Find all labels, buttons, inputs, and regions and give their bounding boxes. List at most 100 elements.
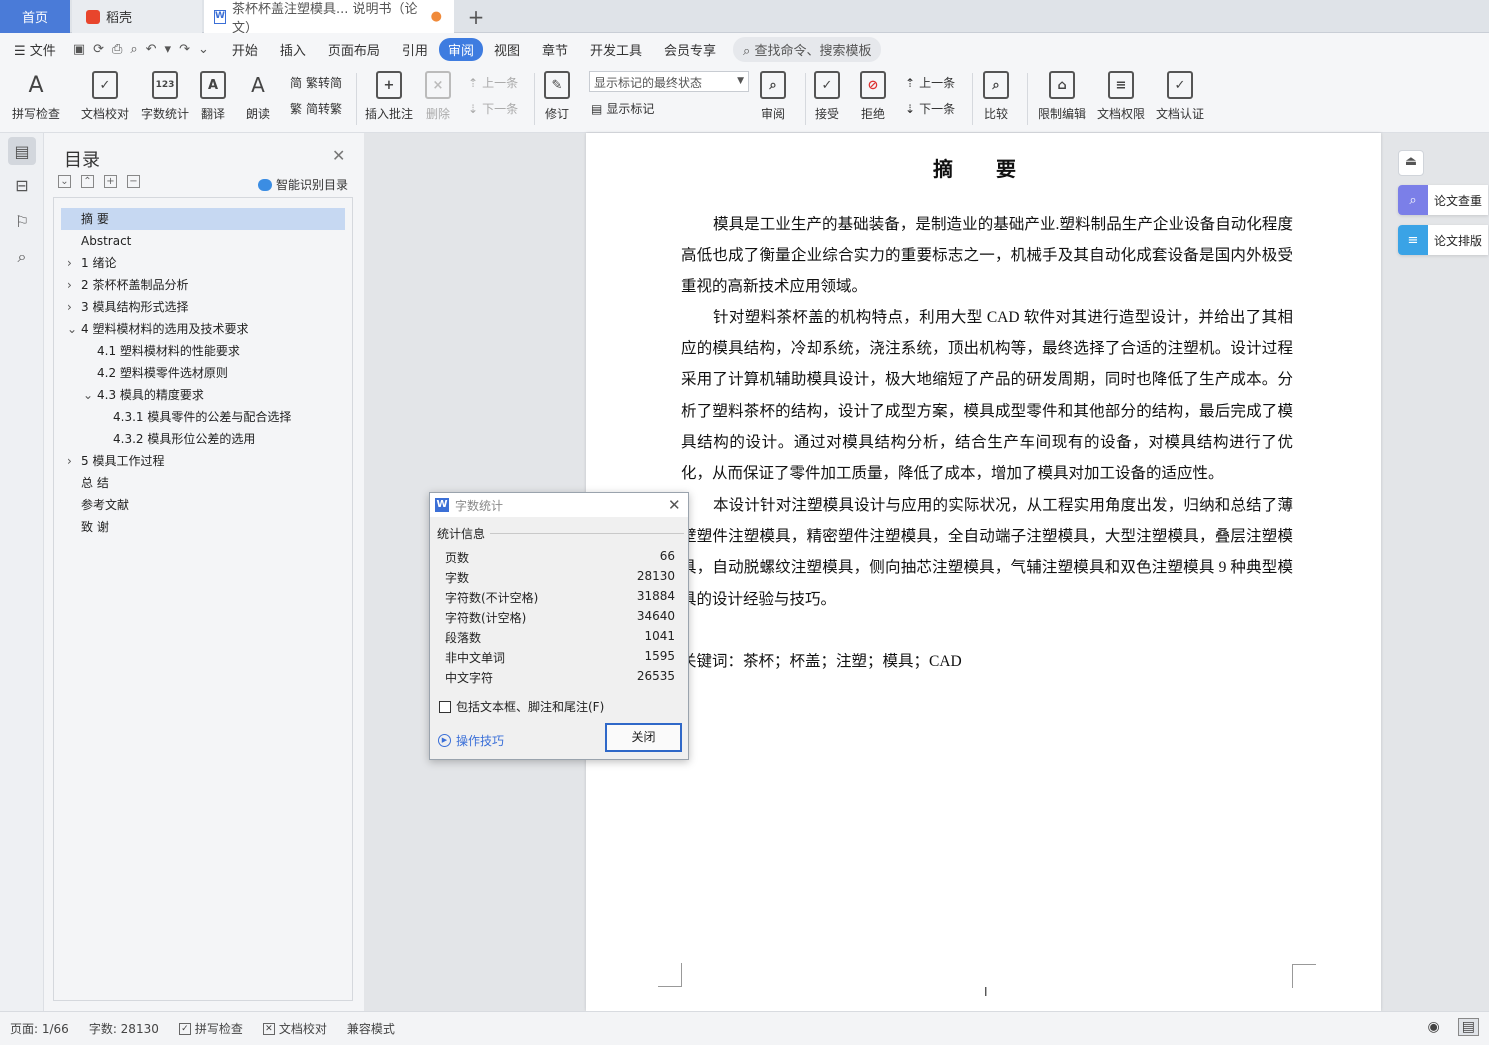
abstract-paragraph-2[interactable]: 针对塑料茶杯盖的机构特点，利用大型 CAD 软件对其进行造型设计，并给出了其相应… <box>681 302 1293 489</box>
stat-row: 段落数 1041 <box>445 629 675 646</box>
x-box-icon: ✕ <box>262 1022 275 1035</box>
close-icon[interactable]: ✕ <box>332 146 345 165</box>
tips-link[interactable]: ▶ 操作技巧 <box>438 732 504 749</box>
toc-item[interactable]: › 3 模具结构形式选择 <box>67 296 188 318</box>
stat-value: 1595 <box>644 649 675 663</box>
toc-panel-icon[interactable]: ▤ <box>8 137 36 165</box>
toc-item[interactable]: Abstract <box>81 230 131 252</box>
add-level-icon[interactable]: + <box>104 175 117 188</box>
thesis-layout-button[interactable]: ≡ 论文排版 <box>1398 225 1488 255</box>
page-indicator[interactable]: 页面: 1/66 <box>0 1020 79 1037</box>
toc-item[interactable]: 致 谢 <box>81 516 109 538</box>
toc-item[interactable]: › 5 模具工作过程 <box>67 450 164 472</box>
menu-review[interactable]: 审阅 <box>438 37 483 61</box>
doc-cert-button[interactable]: ✓ 文档认证 <box>1156 71 1204 122</box>
prev-change-icon: ⇡ <box>905 75 916 90</box>
quick-access-icons[interactable]: ▣⟳⎙⌕↶▾↷⌄ <box>73 42 217 57</box>
prev-change-button[interactable]: ⇡ 上一条 <box>905 74 955 91</box>
toc-item[interactable]: ⌄ 4.3 模具的精度要求 <box>83 384 204 406</box>
expand-icon[interactable]: ⌃ <box>81 175 94 188</box>
insert-comment-button[interactable]: + 插入批注 <box>365 71 413 122</box>
chapter-nav-icon[interactable]: ⊟ <box>8 171 36 199</box>
review-pane-button[interactable]: ⌕ 审阅 <box>760 71 786 122</box>
stat-label: 中文字符 <box>445 671 494 685</box>
status-right-tools: ◉ ▤ <box>1428 1018 1479 1036</box>
markup-mode-select[interactable]: 显示标记的最终状态 ▼ <box>589 71 749 92</box>
spell-check-status[interactable]: ✓ 拼写检查 <box>169 1020 253 1037</box>
file-menu[interactable]: ☰ 文件 <box>0 37 67 62</box>
smart-toc-icon <box>258 178 272 191</box>
toc-item[interactable]: ⌄ 4 塑料模材料的选用及技术要求 <box>67 318 248 340</box>
include-textbox-checkbox[interactable]: 包括文本框、脚注和尾注(F) <box>439 698 604 715</box>
reject-button[interactable]: ⊘ 拒绝 <box>860 71 886 122</box>
dup-check-icon: ⌕ <box>1398 185 1428 215</box>
toc-item[interactable]: 摘 要 <box>61 208 345 230</box>
dialog-title-bar[interactable]: W 字数统计 <box>430 493 688 517</box>
compare-button[interactable]: ⌕ 比较 <box>983 71 1009 122</box>
tab-home[interactable]: 首页 <box>0 0 70 33</box>
menu-references[interactable]: 引用 <box>391 37 439 62</box>
toc-item[interactable]: › 1 绪论 <box>67 252 116 274</box>
simp-to-trad-button[interactable]: 繁简转繁 <box>290 100 342 117</box>
page-corner-mark <box>658 963 682 987</box>
toc-toolbar: ⌄ ⌃ + − <box>58 175 140 188</box>
stats-group-label: 统计信息 <box>437 525 490 542</box>
prev-comment-button[interactable]: ⇡ 上一条 <box>468 74 518 91</box>
toc-item[interactable]: 4.1 塑料模材料的性能要求 <box>97 340 240 362</box>
wps-writer-icon: W <box>435 498 449 512</box>
trad-to-simp-button[interactable]: 简繁转简 <box>290 74 342 91</box>
menu-insert[interactable]: 插入 <box>269 37 317 62</box>
toc-item[interactable]: 4.3.1 模具零件的公差与配合选择 <box>113 406 291 428</box>
next-comment-button[interactable]: ⇣ 下一条 <box>468 100 518 117</box>
close-icon[interactable]: ✕ <box>668 496 681 514</box>
tab-daoke[interactable]: 稻壳 <box>72 0 202 33</box>
read-aloud-button[interactable]: A 朗读 <box>245 71 271 122</box>
doc-rights-button[interactable]: ≡ 文档权限 <box>1097 71 1145 122</box>
spell-check-button[interactable]: A 拼写检查 <box>12 71 60 122</box>
command-search[interactable]: ⌕ 查找命令、搜索模板 <box>733 36 882 62</box>
tab-document[interactable]: W 茶杯杯盖注塑模具... 说明书（论文） ● <box>204 0 454 36</box>
abstract-paragraph-1[interactable]: 模具是工业生产的基础装备，是制造业的基础产业.塑料制品生产企业设备自动化程度高低… <box>681 209 1293 303</box>
delete-comment-button[interactable]: × 删除 <box>425 71 451 122</box>
menu-view[interactable]: 视图 <box>483 37 531 62</box>
search-icon[interactable]: ⌕ <box>8 243 36 271</box>
menu-start[interactable]: 开始 <box>221 37 269 62</box>
toc-item[interactable]: 4.2 塑料模零件选材原则 <box>97 362 228 384</box>
smart-toc-button[interactable]: 智能识别目录 <box>258 176 348 193</box>
toc-item[interactable]: 总 结 <box>81 472 109 494</box>
word-count-indicator[interactable]: 字数: 28130 <box>79 1020 169 1037</box>
menu-chapter[interactable]: 章节 <box>531 37 579 62</box>
toc-item[interactable]: › 2 茶杯杯盖制品分析 <box>67 274 188 296</box>
toc-item[interactable]: 参考文献 <box>81 494 129 516</box>
restrict-editing-button[interactable]: ⌂ 限制编辑 <box>1038 71 1086 122</box>
word-count-dialog: W 字数统计 ✕ 统计信息 页数 66 字数 28130 字符数(不计空格) 31884… <box>429 492 689 760</box>
menu-member[interactable]: 会员专享 <box>653 37 727 62</box>
doc-check-status[interactable]: ✕ 文档校对 <box>253 1020 337 1037</box>
toc-item[interactable]: 4.3.2 模具形位公差的选用 <box>113 428 255 450</box>
document-page[interactable]: 摘 要 模具是工业生产的基础装备，是制造业的基础产业.塑料制品生产企业设备自动化… <box>586 133 1381 1011</box>
translate-button[interactable]: A 翻译 <box>200 71 226 122</box>
bookmark-icon[interactable]: ⚐ <box>8 207 36 235</box>
menu-developer[interactable]: 开发工具 <box>579 37 653 62</box>
new-tab-button[interactable]: + <box>462 0 490 33</box>
doc-check-button[interactable]: ✓ 文档校对 <box>81 71 129 122</box>
keywords-line[interactable]: 关键词：茶杯；杯盖；注塑；模具；CAD <box>681 649 962 671</box>
stat-label: 字数 <box>445 571 470 585</box>
page-view-icon[interactable]: ▤ <box>1457 1018 1479 1036</box>
word-count-button[interactable]: 123 字数统计 <box>141 71 189 122</box>
show-markup-button[interactable]: ▤ 显示标记 <box>591 100 654 117</box>
menu-page-layout[interactable]: 页面布局 <box>317 37 391 62</box>
thesis-dup-check-button[interactable]: ⌕ 论文查重 <box>1398 185 1488 215</box>
collapse-panel-icon[interactable]: ⏏ <box>1398 150 1424 176</box>
remove-level-icon[interactable]: − <box>127 175 140 188</box>
eye-protection-icon[interactable]: ◉ <box>1428 1019 1440 1035</box>
prev-change-label: 上一条 <box>919 76 956 90</box>
collapse-all-icon[interactable]: ⌄ <box>58 175 71 188</box>
chevron-right-icon: › <box>67 300 72 314</box>
close-button[interactable]: 关闭 <box>605 723 682 752</box>
accept-button[interactable]: ✓ 接受 <box>814 71 840 122</box>
track-changes-button[interactable]: ✎ 修订 <box>544 71 570 122</box>
next-change-button[interactable]: ⇣ 下一条 <box>905 100 955 117</box>
abstract-paragraph-3[interactable]: 本设计针对注塑模具设计与应用的实际状况，从工程实用角度出发，归纳和总结了薄壁塑件… <box>681 490 1293 615</box>
tips-label: 操作技巧 <box>456 734 505 748</box>
